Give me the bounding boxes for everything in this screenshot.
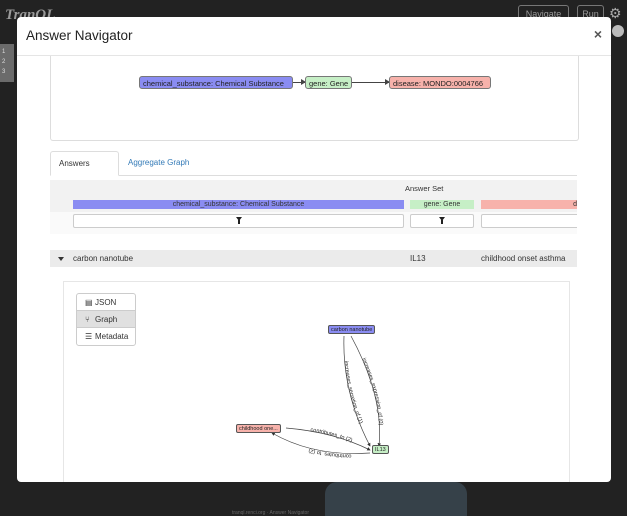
editor-gutter: 1 2 3: [0, 44, 14, 82]
query-node-gene[interactable]: gene: Gene: [305, 76, 352, 89]
svg-text:increases_expression_of (0): increases_expression_of (0): [360, 357, 383, 425]
table-row[interactable]: carbon nanotube IL13 childhood onset ast…: [50, 250, 577, 267]
cell-disease: childhood onset asthma: [481, 254, 566, 263]
svg-text:increases_secretion_of (1): increases_secretion_of (1): [343, 361, 364, 425]
filter-gene[interactable]: [410, 214, 474, 228]
background-footer: tranql.renci.org · Answer Navigator: [232, 510, 309, 516]
line-number: 2: [2, 59, 6, 65]
query-edge-arrow: [293, 79, 306, 85]
close-icon[interactable]: ×: [594, 26, 602, 42]
answers-table: Answer Set chemical_substance: Chemical …: [50, 180, 577, 482]
column-header-disease[interactable]: d: [481, 200, 577, 209]
column-header-gene[interactable]: gene: Gene: [410, 200, 474, 209]
graph-node-chemical[interactable]: carbon nanotube: [328, 325, 376, 334]
filter-chemical[interactable]: [73, 214, 404, 228]
filter-icon: [235, 217, 242, 224]
line-number: 3: [2, 69, 6, 75]
query-edge-arrow: [352, 79, 390, 85]
svg-text:contributes_to (2): contributes_to (2): [308, 447, 352, 458]
answer-navigator-modal: Answer Navigator × chemical_substance: C…: [17, 17, 611, 482]
filter-disease[interactable]: [481, 214, 577, 228]
modal-title: Answer Navigator: [26, 28, 133, 43]
filter-row: [50, 212, 577, 234]
gear-icon[interactable]: ⚙: [609, 6, 623, 20]
query-graph-panel: chemical_substance: Chemical Substance g…: [50, 56, 579, 141]
svg-text:contributes_to (2): contributes_to (2): [310, 427, 353, 444]
answer-graph-canvas[interactable]: increases_expression_of (0) increases_se…: [64, 282, 569, 482]
tab-aggregate-graph[interactable]: Aggregate Graph: [120, 151, 202, 175]
answer-detail-panel: ▤ JSON ⑂ Graph ☰ Metadata increases_expr…: [63, 281, 570, 482]
result-tabs: Answers Table Aggregate Graph: [50, 151, 577, 192]
line-number: 1: [2, 49, 6, 55]
modal-header: Answer Navigator ×: [17, 17, 611, 56]
background-graph-blob: [325, 482, 467, 516]
edge-label: contributes_to (2): [310, 427, 353, 444]
column-header-chemical[interactable]: chemical_substance: Chemical Substance: [73, 200, 404, 209]
edge-label: increases_expression_of (0): [360, 357, 383, 425]
answer-set-header: Answer Set: [405, 184, 444, 193]
query-node-chemical[interactable]: chemical_substance: Chemical Substance: [139, 76, 293, 89]
tab-answers-table[interactable]: Answers Table: [50, 151, 119, 192]
expand-caret-icon[interactable]: [58, 257, 64, 261]
edge-label: contributes_to (2): [308, 447, 352, 458]
graph-node-disease[interactable]: childhood one...: [236, 424, 281, 433]
play-icon[interactable]: [612, 25, 624, 37]
graph-node-gene[interactable]: IL13: [372, 445, 389, 454]
cell-chemical: carbon nanotube: [73, 254, 134, 263]
cell-gene: IL13: [410, 254, 426, 263]
edge-label: increases_secretion_of (1): [343, 361, 364, 425]
query-node-disease[interactable]: disease: MONDO:0004766: [389, 76, 491, 89]
filter-icon: [439, 217, 445, 224]
